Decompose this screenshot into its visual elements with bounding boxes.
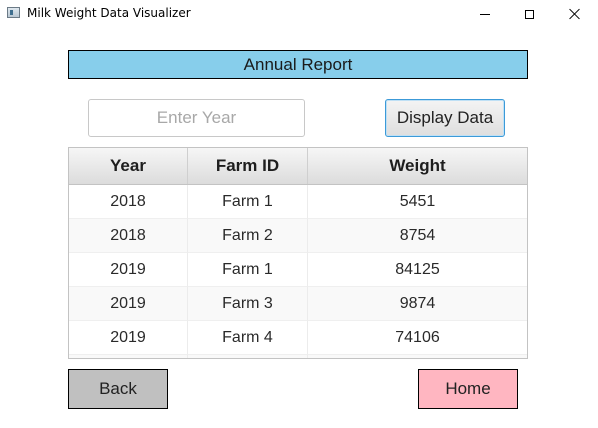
close-icon (569, 8, 581, 20)
cell-year: 2019 (69, 287, 188, 321)
cell-farm-id: Farm 2 (188, 219, 308, 253)
cell-year: 2018 (69, 185, 188, 219)
report-title-banner: Annual Report (68, 50, 528, 79)
cell-weight: 84125 (308, 253, 527, 287)
cell-farm-id: Farm 4 (188, 321, 308, 355)
table-row[interactable]: 2019 Farm 1 84125 (69, 253, 527, 287)
table-row[interactable]: 2019 Farm 4 74106 (69, 321, 527, 355)
minimize-button[interactable] (462, 0, 508, 28)
table-row[interactable]: 2019 Farm 3 9874 (69, 287, 527, 321)
cell-year (69, 355, 188, 358)
column-header-farm-id[interactable]: Farm ID (188, 148, 308, 184)
column-header-year[interactable]: Year (69, 148, 188, 184)
maximize-icon (524, 9, 534, 19)
cell-weight: 5451 (308, 185, 527, 219)
cell-weight: 74106 (308, 321, 527, 355)
table-row[interactable]: 2018 Farm 2 8754 (69, 219, 527, 253)
year-input[interactable] (88, 99, 305, 137)
app-window: Milk Weight Data Visualizer Annual Repor… (0, 0, 598, 428)
home-button[interactable]: Home (418, 369, 518, 409)
cell-weight (308, 355, 527, 358)
maximize-button[interactable] (506, 0, 552, 28)
cell-farm-id: Farm 1 (188, 253, 308, 287)
table-row[interactable] (69, 355, 527, 358)
cell-year: 2018 (69, 219, 188, 253)
cell-year: 2019 (69, 321, 188, 355)
cell-farm-id: Farm 1 (188, 185, 308, 219)
cell-farm-id: Farm 3 (188, 287, 308, 321)
cell-weight: 9874 (308, 287, 527, 321)
close-button[interactable] (552, 0, 598, 28)
column-header-weight[interactable]: Weight (308, 148, 527, 184)
data-table[interactable]: Year Farm ID Weight 2018 Farm 1 5451 201… (68, 147, 528, 359)
display-data-button[interactable]: Display Data (385, 99, 505, 137)
back-button[interactable]: Back (68, 369, 168, 409)
title-bar[interactable]: Milk Weight Data Visualizer (0, 0, 598, 28)
table-header: Year Farm ID Weight (69, 148, 527, 185)
minimize-icon (480, 13, 490, 15)
app-icon (7, 7, 20, 18)
cell-farm-id (188, 355, 308, 358)
cell-weight: 8754 (308, 219, 527, 253)
cell-year: 2019 (69, 253, 188, 287)
window-title: Milk Weight Data Visualizer (27, 6, 191, 20)
table-row[interactable]: 2018 Farm 1 5451 (69, 185, 527, 219)
